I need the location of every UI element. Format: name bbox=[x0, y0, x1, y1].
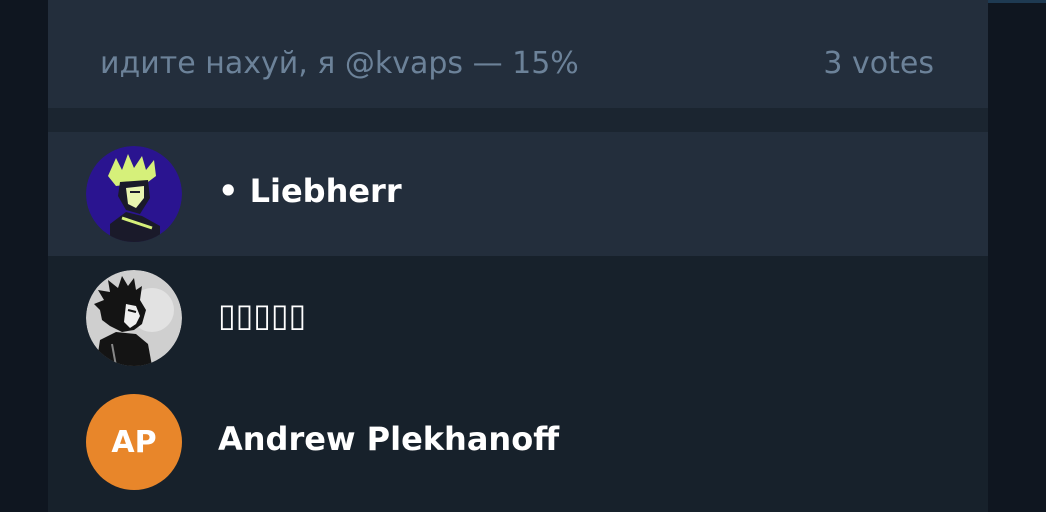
poll-option-text: идите нахуй, я @kvaps — 15% bbox=[100, 46, 579, 81]
top-accent-bar bbox=[988, 0, 1046, 3]
voter-row[interactable]: AP Andrew Plekhanoff bbox=[48, 380, 988, 504]
bw-portrait-avatar-icon[interactable] bbox=[86, 270, 182, 366]
voter-row[interactable]: • Liebherr bbox=[48, 132, 988, 256]
poll-voters-panel: идите нахуй, я @kvaps — 15% 3 votes • Li… bbox=[48, 0, 988, 512]
voters-page: идите нахуй, я @kvaps — 15% 3 votes • Li… bbox=[0, 0, 1046, 512]
poll-option-votes: 3 votes bbox=[823, 46, 934, 81]
voter-name: • Liebherr bbox=[218, 172, 402, 210]
initials-avatar[interactable]: AP bbox=[86, 394, 182, 490]
anime-character-avatar-icon[interactable] bbox=[86, 146, 182, 242]
voter-row[interactable]: ▯▯▯▯▯ bbox=[48, 256, 988, 380]
voter-name: Andrew Plekhanoff bbox=[218, 420, 560, 458]
section-divider bbox=[48, 108, 988, 132]
poll-option-header: идите нахуй, я @kvaps — 15% 3 votes bbox=[48, 0, 988, 108]
avatar-initials: AP bbox=[111, 424, 157, 460]
voter-name: ▯▯▯▯▯ bbox=[218, 296, 307, 334]
